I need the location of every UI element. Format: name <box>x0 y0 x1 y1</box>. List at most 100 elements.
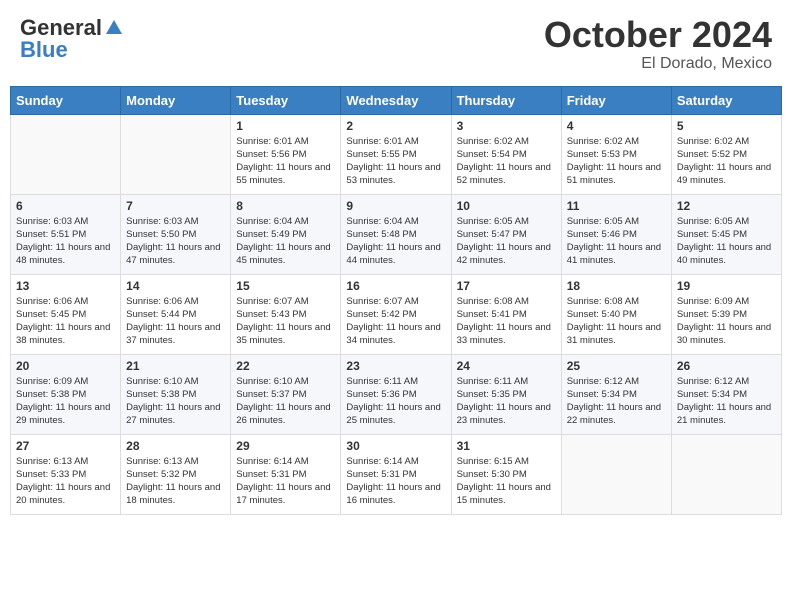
month-title: October 2024 <box>544 15 772 55</box>
calendar-week-row: 27 Sunrise: 6:13 AMSunset: 5:33 PMDayligh… <box>11 434 782 514</box>
day-number: 1 <box>236 119 335 133</box>
day-info: Sunrise: 6:14 AMSunset: 5:31 PMDaylight:… <box>236 455 335 508</box>
weekday-header: Tuesday <box>231 86 341 114</box>
page-header: General Blue October 2024 El Dorado, Mex… <box>10 10 782 78</box>
day-info: Sunrise: 6:03 AMSunset: 5:51 PMDaylight:… <box>16 215 115 268</box>
day-number: 18 <box>567 279 666 293</box>
day-info: Sunrise: 6:05 AMSunset: 5:45 PMDaylight:… <box>677 215 776 268</box>
day-info: Sunrise: 6:12 AMSunset: 5:34 PMDaylight:… <box>677 375 776 428</box>
weekday-header: Friday <box>561 86 671 114</box>
day-number: 13 <box>16 279 115 293</box>
calendar-cell: 24 Sunrise: 6:11 AMSunset: 5:35 PMDayligh… <box>451 354 561 434</box>
calendar-cell: 14 Sunrise: 6:06 AMSunset: 5:44 PMDayligh… <box>121 274 231 354</box>
calendar-cell: 27 Sunrise: 6:13 AMSunset: 5:33 PMDayligh… <box>11 434 121 514</box>
day-info: Sunrise: 6:02 AMSunset: 5:54 PMDaylight:… <box>457 135 556 188</box>
day-info: Sunrise: 6:12 AMSunset: 5:34 PMDaylight:… <box>567 375 666 428</box>
day-number: 31 <box>457 439 556 453</box>
day-info: Sunrise: 6:05 AMSunset: 5:47 PMDaylight:… <box>457 215 556 268</box>
day-info: Sunrise: 6:09 AMSunset: 5:38 PMDaylight:… <box>16 375 115 428</box>
calendar-cell: 23Sunrise: 6:11 AMSunset: 5:36 PMDayligh… <box>341 354 451 434</box>
day-number: 11 <box>567 199 666 213</box>
day-info: Sunrise: 6:06 AMSunset: 5:44 PMDaylight:… <box>126 295 225 348</box>
title-area: October 2024 El Dorado, Mexico <box>544 15 772 73</box>
day-info: Sunrise: 6:10 AMSunset: 5:38 PMDaylight:… <box>126 375 225 428</box>
day-info: Sunrise: 6:02 AMSunset: 5:52 PMDaylight:… <box>677 135 776 188</box>
day-info: Sunrise: 6:14 AMSunset: 5:31 PMDaylight:… <box>346 455 445 508</box>
day-number: 14 <box>126 279 225 293</box>
day-number: 5 <box>677 119 776 133</box>
day-number: 12 <box>677 199 776 213</box>
day-info: Sunrise: 6:02 AMSunset: 5:53 PMDaylight:… <box>567 135 666 188</box>
calendar-cell: 22 Sunrise: 6:10 AMSunset: 5:37 PMDayligh… <box>231 354 341 434</box>
calendar-cell: 18 Sunrise: 6:08 AMSunset: 5:40 PMDayligh… <box>561 274 671 354</box>
calendar-cell: 1 Sunrise: 6:01 AMSunset: 5:56 PMDaylight… <box>231 114 341 194</box>
calendar-cell: 30Sunrise: 6:14 AMSunset: 5:31 PMDayligh… <box>341 434 451 514</box>
weekday-header: Saturday <box>671 86 781 114</box>
calendar-cell: 9Sunrise: 6:04 AMSunset: 5:48 PMDaylight… <box>341 194 451 274</box>
day-info: Sunrise: 6:10 AMSunset: 5:37 PMDaylight:… <box>236 375 335 428</box>
day-number: 27 <box>16 439 115 453</box>
calendar-cell: 4 Sunrise: 6:02 AMSunset: 5:53 PMDaylight… <box>561 114 671 194</box>
calendar-cell: 7 Sunrise: 6:03 AMSunset: 5:50 PMDaylight… <box>121 194 231 274</box>
calendar-cell: 16 Sunrise: 6:07 AMSunset: 5:42 PMDayligh… <box>341 274 451 354</box>
day-info: Sunrise: 6:07 AMSunset: 5:42 PMDaylight:… <box>346 295 445 348</box>
day-number: 17 <box>457 279 556 293</box>
calendar-cell: 19 Sunrise: 6:09 AMSunset: 5:39 PMDayligh… <box>671 274 781 354</box>
day-number: 24 <box>457 359 556 373</box>
day-number: 26 <box>677 359 776 373</box>
day-number: 21 <box>126 359 225 373</box>
calendar-cell: 31 Sunrise: 6:15 AMSunset: 5:30 PMDayligh… <box>451 434 561 514</box>
logo: General Blue <box>20 15 124 63</box>
day-info: Sunrise: 6:08 AMSunset: 5:41 PMDaylight:… <box>457 295 556 348</box>
calendar-cell: 12 Sunrise: 6:05 AMSunset: 5:45 PMDayligh… <box>671 194 781 274</box>
calendar-cell <box>11 114 121 194</box>
day-number: 19 <box>677 279 776 293</box>
day-info: Sunrise: 6:06 AMSunset: 5:45 PMDaylight:… <box>16 295 115 348</box>
calendar-cell: 13 Sunrise: 6:06 AMSunset: 5:45 PMDayligh… <box>11 274 121 354</box>
calendar-cell: 17 Sunrise: 6:08 AMSunset: 5:41 PMDayligh… <box>451 274 561 354</box>
day-number: 9 <box>346 199 445 213</box>
day-info: Sunrise: 6:11 AMSunset: 5:36 PMDaylight:… <box>346 375 445 428</box>
day-info: Sunrise: 6:01 AMSunset: 5:55 PMDaylight:… <box>346 135 445 188</box>
weekday-header: Thursday <box>451 86 561 114</box>
day-info: Sunrise: 6:09 AMSunset: 5:39 PMDaylight:… <box>677 295 776 348</box>
day-info: Sunrise: 6:05 AMSunset: 5:46 PMDaylight:… <box>567 215 666 268</box>
logo-blue: Blue <box>20 37 68 63</box>
day-info: Sunrise: 6:08 AMSunset: 5:40 PMDaylight:… <box>567 295 666 348</box>
calendar-cell: 8 Sunrise: 6:04 AMSunset: 5:49 PMDaylight… <box>231 194 341 274</box>
calendar-week-row: 6Sunrise: 6:03 AMSunset: 5:51 PMDaylight… <box>11 194 782 274</box>
day-number: 16 <box>346 279 445 293</box>
weekday-header: Monday <box>121 86 231 114</box>
day-info: Sunrise: 6:11 AMSunset: 5:35 PMDaylight:… <box>457 375 556 428</box>
day-number: 20 <box>16 359 115 373</box>
day-number: 28 <box>126 439 225 453</box>
calendar-week-row: 20 Sunrise: 6:09 AMSunset: 5:38 PMDayligh… <box>11 354 782 434</box>
day-info: Sunrise: 6:07 AMSunset: 5:43 PMDaylight:… <box>236 295 335 348</box>
calendar-cell: 15 Sunrise: 6:07 AMSunset: 5:43 PMDayligh… <box>231 274 341 354</box>
calendar-cell: 28 Sunrise: 6:13 AMSunset: 5:32 PMDayligh… <box>121 434 231 514</box>
day-number: 8 <box>236 199 335 213</box>
day-number: 10 <box>457 199 556 213</box>
calendar-cell <box>121 114 231 194</box>
calendar-cell: 10 Sunrise: 6:05 AMSunset: 5:47 PMDayligh… <box>451 194 561 274</box>
day-info: Sunrise: 6:13 AMSunset: 5:32 PMDaylight:… <box>126 455 225 508</box>
day-number: 22 <box>236 359 335 373</box>
day-info: Sunrise: 6:13 AMSunset: 5:33 PMDaylight:… <box>16 455 115 508</box>
day-number: 29 <box>236 439 335 453</box>
day-info: Sunrise: 6:15 AMSunset: 5:30 PMDaylight:… <box>457 455 556 508</box>
day-number: 2 <box>346 119 445 133</box>
day-info: Sunrise: 6:03 AMSunset: 5:50 PMDaylight:… <box>126 215 225 268</box>
day-info: Sunrise: 6:04 AMSunset: 5:49 PMDaylight:… <box>236 215 335 268</box>
weekday-header-row: SundayMondayTuesdayWednesdayThursdayFrid… <box>11 86 782 114</box>
day-info: Sunrise: 6:01 AMSunset: 5:56 PMDaylight:… <box>236 135 335 188</box>
day-number: 15 <box>236 279 335 293</box>
calendar-cell: 20 Sunrise: 6:09 AMSunset: 5:38 PMDayligh… <box>11 354 121 434</box>
day-number: 7 <box>126 199 225 213</box>
calendar-cell: 26 Sunrise: 6:12 AMSunset: 5:34 PMDayligh… <box>671 354 781 434</box>
calendar: SundayMondayTuesdayWednesdayThursdayFrid… <box>10 86 782 515</box>
calendar-cell <box>671 434 781 514</box>
weekday-header: Sunday <box>11 86 121 114</box>
calendar-cell: 11 Sunrise: 6:05 AMSunset: 5:46 PMDayligh… <box>561 194 671 274</box>
day-number: 4 <box>567 119 666 133</box>
calendar-cell: 25Sunrise: 6:12 AMSunset: 5:34 PMDayligh… <box>561 354 671 434</box>
